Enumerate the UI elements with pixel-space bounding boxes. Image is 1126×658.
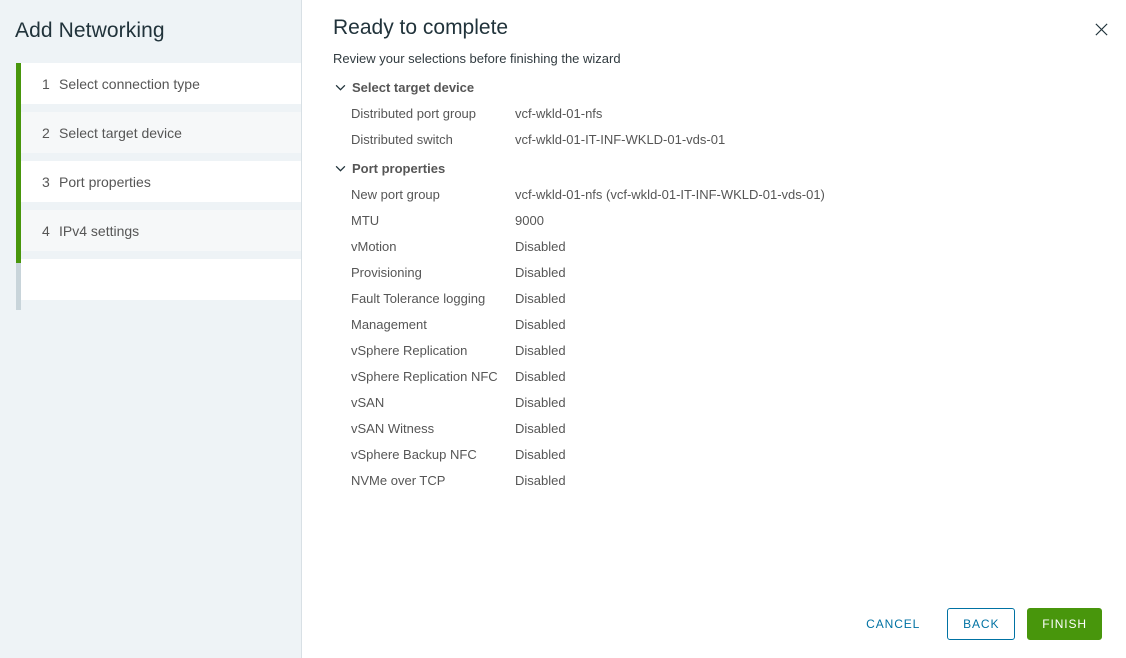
sidebar-step-select-connection-type[interactable]: 1 Select connection type (21, 63, 301, 104)
row-label: Distributed port group (351, 106, 477, 121)
step-label: Select connection type (59, 75, 200, 92)
add-networking-wizard: Add Networking 1 Select connection type … (0, 0, 1126, 658)
step-number: 2 (42, 124, 50, 141)
step-number: 4 (42, 222, 50, 239)
row-label: vMotion (351, 239, 397, 254)
wizard-title: Add Networking (15, 19, 165, 42)
step-number: 5 (42, 271, 50, 288)
row-value: Disabled (515, 421, 566, 436)
summary-row: Distributed switch vcf-wkld-01-IT-INF-WK… (333, 127, 1126, 153)
page-title: Ready to complete (333, 16, 509, 39)
row-value: Disabled (515, 447, 566, 462)
summary-row: NVMe over TCP Disabled (333, 468, 1126, 494)
row-label: vSphere Replication (351, 343, 468, 358)
row-label: Distributed switch (351, 132, 453, 147)
row-value: Disabled (515, 343, 566, 358)
section-title: Port properties (352, 161, 446, 176)
section-header-select-target-device[interactable]: Select target device (333, 80, 1126, 95)
chevron-down-icon (333, 162, 347, 176)
summary-row: Distributed port group vcf-wkld-01-nfs (333, 101, 1126, 127)
row-label: MTU (351, 213, 380, 228)
row-label: vSAN (351, 395, 385, 410)
row-label: Fault Tolerance logging (351, 291, 486, 306)
row-value: vcf-wkld-01-nfs (vcf-wkld-01-IT-INF-WKLD… (515, 187, 825, 202)
summary-row: Fault Tolerance logging Disabled (333, 286, 1126, 312)
wizard-steps: 1 Select connection type 2 Select target… (0, 63, 301, 310)
cancel-button[interactable]: CANCEL (851, 608, 935, 640)
summary-row: New port group vcf-wkld-01-nfs (vcf-wkld… (333, 182, 1126, 208)
summary-row: vMotion Disabled (333, 234, 1126, 260)
summary-row: vSphere Backup NFC Disabled (333, 442, 1126, 468)
row-value: Disabled (515, 291, 566, 306)
summary-row: vSphere Replication Disabled (333, 338, 1126, 364)
step-label: IPv4 settings (59, 222, 140, 239)
summary-row: vSphere Replication NFC Disabled (333, 364, 1126, 390)
row-label: vSphere Backup NFC (351, 447, 477, 462)
close-icon (1094, 22, 1108, 36)
wizard-main-panel: Ready to complete Review your selections… (302, 0, 1126, 658)
sidebar-step-port-properties[interactable]: 3 Port properties (21, 161, 301, 202)
page-subtitle: Review your selections before finishing … (333, 51, 621, 66)
row-label: vSAN Witness (351, 421, 435, 436)
step-number: 1 (42, 75, 50, 92)
section-title: Select target device (352, 80, 475, 95)
summary-row: MTU 9000 (333, 208, 1126, 234)
row-value: 9000 (515, 213, 544, 228)
row-label: New port group (351, 187, 440, 202)
step-label: Port properties (59, 173, 151, 190)
row-value: Disabled (515, 473, 566, 488)
row-value: vcf-wkld-01-IT-INF-WKLD-01-vds-01 (515, 132, 726, 147)
summary-row: Provisioning Disabled (333, 260, 1126, 286)
sidebar-step-select-target-device[interactable]: 2 Select target device (21, 112, 301, 153)
row-value: Disabled (515, 239, 566, 254)
row-value: Disabled (515, 395, 566, 410)
chevron-down-icon (333, 81, 347, 95)
step-label: Ready to complete (59, 271, 184, 288)
finish-button[interactable]: FINISH (1027, 608, 1102, 640)
row-label: NVMe over TCP (351, 473, 446, 488)
section-rows-port-properties: New port group vcf-wkld-01-nfs (vcf-wkld… (333, 182, 1126, 494)
section-header-port-properties[interactable]: Port properties (333, 161, 1126, 176)
step-label: Select target device (59, 124, 182, 141)
row-value: Disabled (515, 369, 566, 384)
sidebar-step-ipv4-settings[interactable]: 4 IPv4 settings (21, 210, 301, 251)
review-summary-content: Select target device Distributed port gr… (302, 80, 1126, 590)
wizard-footer: CANCEL BACK FINISH (302, 590, 1126, 658)
wizard-sidebar: Add Networking 1 Select connection type … (0, 0, 302, 658)
sidebar-step-ready-to-complete[interactable]: 5 Ready to complete (21, 259, 301, 300)
row-value: Disabled (515, 317, 566, 332)
summary-row: Management Disabled (333, 312, 1126, 338)
summary-row: vSAN Witness Disabled (333, 416, 1126, 442)
row-label: Provisioning (351, 265, 422, 280)
row-label: vSphere Replication NFC (351, 369, 498, 384)
step-number: 3 (42, 173, 50, 190)
row-label: Management (351, 317, 427, 332)
row-value: Disabled (515, 265, 566, 280)
close-button[interactable] (1088, 16, 1114, 42)
section-rows-select-target-device: Distributed port group vcf-wkld-01-nfs D… (333, 101, 1126, 153)
summary-row: vSAN Disabled (333, 390, 1126, 416)
row-value: vcf-wkld-01-nfs (515, 106, 603, 121)
back-button[interactable]: BACK (947, 608, 1016, 640)
